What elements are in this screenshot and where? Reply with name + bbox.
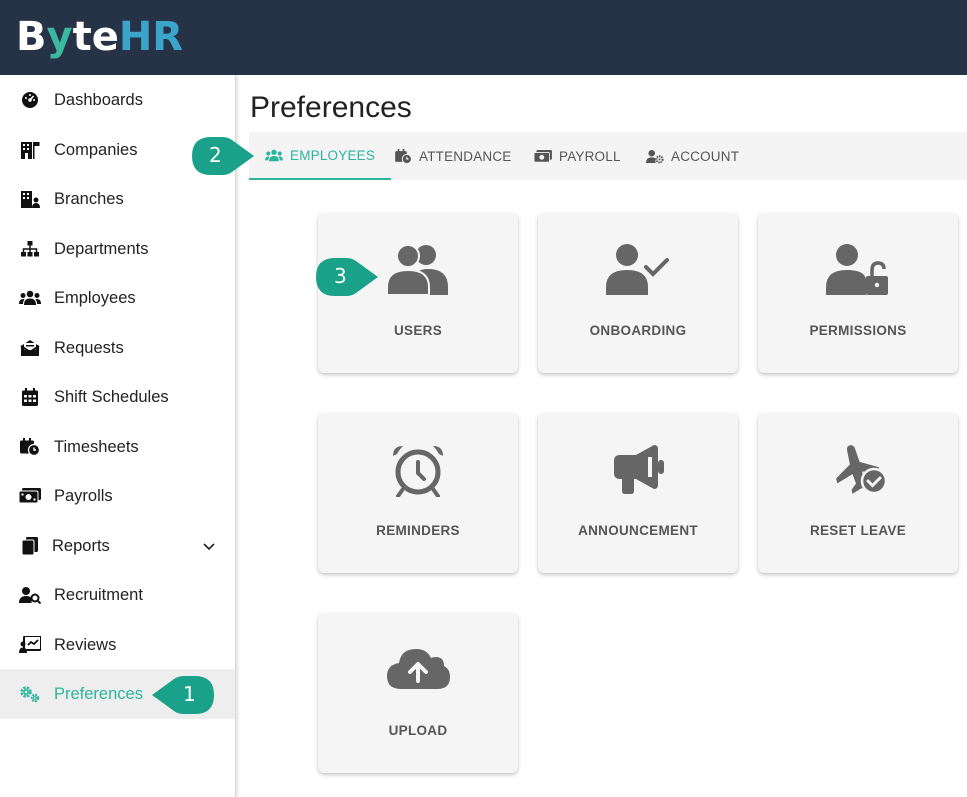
tab-employees[interactable]: EMPLOYEES	[249, 132, 392, 180]
card-announcement[interactable]: ANNOUNCEMENT	[538, 413, 738, 573]
building-flag-icon	[19, 139, 41, 161]
sidebar-item-label: Shift Schedules	[54, 387, 169, 406]
sidebar-item-label: Reviews	[54, 635, 117, 654]
money-bill-icon	[534, 149, 552, 163]
tab-label: ACCOUNT	[671, 148, 740, 164]
chart-board-icon	[19, 634, 41, 656]
sidebar-item-recruitment[interactable]: Recruitment	[0, 570, 235, 620]
sidebar-item-shift-schedules[interactable]: Shift Schedules	[0, 372, 235, 422]
step-number: 3	[334, 264, 347, 288]
tab-attendance[interactable]: ATTENDANCE	[395, 132, 512, 180]
card-label: ANNOUNCEMENT	[578, 523, 698, 538]
users-icon	[19, 287, 41, 309]
card-reset-leave[interactable]: RESET LEAVE	[758, 413, 958, 573]
sitemap-icon	[19, 238, 41, 260]
step-marker-3: 3	[316, 258, 378, 296]
page-title: Preferences	[250, 91, 412, 124]
gauge-icon	[19, 89, 41, 111]
logo-letter-y: y	[46, 14, 73, 60]
sidebar-item-label: Reports	[52, 536, 110, 555]
envelope-open-icon	[19, 337, 41, 359]
tab-account[interactable]: ACCOUNT	[646, 132, 739, 180]
logo-letter-b: B	[16, 14, 47, 60]
card-onboarding[interactable]: ONBOARDING	[538, 213, 738, 373]
sidebar-item-reports[interactable]: Reports	[0, 521, 235, 571]
user-lock-icon	[758, 243, 958, 299]
tab-label: ATTENDANCE	[419, 148, 512, 164]
users-icon	[265, 149, 283, 161]
tab-payroll[interactable]: PAYROLL	[534, 132, 621, 180]
money-bill-icon	[19, 485, 41, 507]
cloud-upload-icon	[318, 643, 518, 699]
sidebar-item-reviews[interactable]: Reviews	[0, 620, 235, 670]
card-label: USERS	[393, 323, 442, 338]
sidebar-item-payrolls[interactable]: Payrolls	[0, 471, 235, 521]
building-user-icon	[19, 188, 41, 210]
sidebar-item-label: Branches	[54, 189, 124, 208]
sidebar-item-employees[interactable]: Employees	[0, 273, 235, 323]
top-bar: By te HR	[0, 0, 967, 75]
user-search-icon	[19, 584, 41, 606]
chevron-down-icon[interactable]	[201, 538, 217, 554]
step-marker-1: 1	[152, 676, 214, 714]
calendar-clock-icon	[395, 148, 412, 164]
step-number: 2	[209, 143, 222, 167]
sidebar-item-label: Dashboards	[54, 90, 143, 109]
gears-icon	[19, 683, 41, 705]
card-label: RESET LEAVE	[809, 523, 907, 538]
sidebar-item-label: Requests	[54, 338, 124, 357]
tab-label: PAYROLL	[559, 148, 621, 164]
step-number: 1	[183, 682, 196, 706]
logo-letters-hr: HR	[118, 14, 184, 60]
plane-check-icon	[758, 443, 958, 499]
card-label: UPLOAD	[388, 723, 448, 738]
card-permissions[interactable]: PERMISSIONS	[758, 213, 958, 373]
sidebar-item-label: Timesheets	[54, 437, 139, 456]
sidebar-item-label: Preferences	[54, 684, 143, 703]
sidebar-item-label: Companies	[54, 140, 138, 159]
main-content: Preferences EMPLOYEES ATTENDANCE PAYROLL…	[236, 75, 967, 797]
step-marker-2: 2	[192, 137, 254, 175]
file-icon	[19, 535, 41, 557]
sidebar-item-dashboards[interactable]: Dashboards	[0, 75, 235, 125]
tab-bar: EMPLOYEES ATTENDANCE PAYROLL ACCOUNT	[249, 132, 967, 180]
card-label: REMINDERS	[376, 523, 460, 538]
sidebar-item-timesheets[interactable]: Timesheets	[0, 422, 235, 472]
sidebar-item-label: Recruitment	[54, 585, 143, 604]
card-label: PERMISSIONS	[809, 323, 907, 338]
bullhorn-icon	[538, 443, 738, 499]
sidebar-item-label: Employees	[54, 288, 136, 307]
sidebar-item-label: Payrolls	[54, 486, 113, 505]
sidebar-item-requests[interactable]: Requests	[0, 323, 235, 373]
bytehr-logo[interactable]: By te HR	[16, 14, 183, 60]
sidebar-item-branches[interactable]: Branches	[0, 174, 235, 224]
calendar-icon	[19, 386, 41, 408]
user-gear-icon	[646, 149, 664, 163]
card-label: ONBOARDING	[589, 323, 687, 338]
alarm-clock-icon	[318, 443, 518, 499]
tab-label: EMPLOYEES	[290, 147, 376, 163]
calendar-clock-icon	[19, 436, 41, 458]
sidebar-item-label: Departments	[54, 239, 149, 258]
card-upload[interactable]: UPLOAD	[318, 613, 518, 773]
user-check-icon	[538, 243, 738, 299]
logo-letters-te: te	[72, 14, 119, 60]
card-reminders[interactable]: REMINDERS	[318, 413, 518, 573]
sidebar-item-departments[interactable]: Departments	[0, 224, 235, 274]
